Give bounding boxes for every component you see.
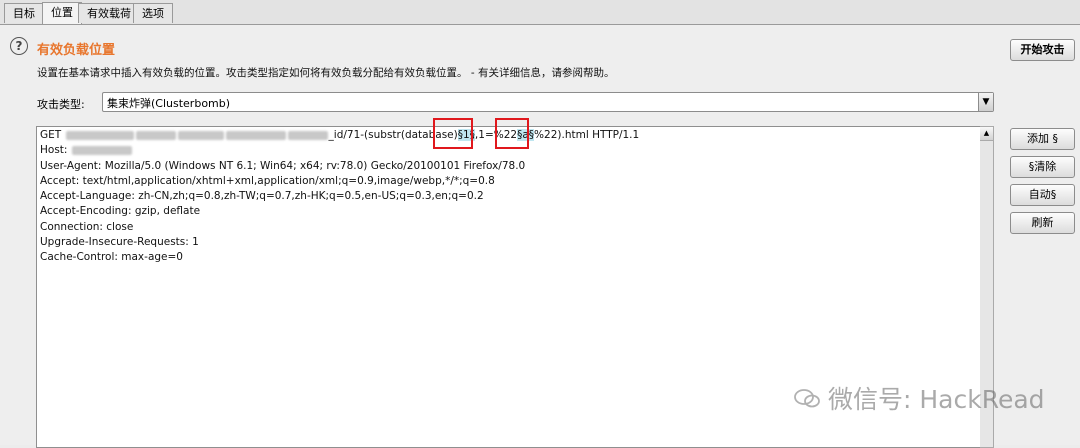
redacted-host-path [225, 130, 286, 140]
request-text: GET _id/71-(substr(database)§1§,1=%22§a§… [40, 129, 640, 264]
host-header: Host: [40, 144, 68, 157]
redacted-host-path [65, 130, 134, 140]
payload-marker-1[interactable]: §1§ [457, 129, 475, 141]
redacted-host-path [177, 130, 224, 140]
section-title: 有效负载位置 [37, 43, 116, 58]
auto-markers-button[interactable]: 自动§ [1010, 184, 1075, 206]
start-attack-button[interactable]: 开始攻击 [1010, 39, 1075, 61]
attack-type-value: 集束炸弹(Clusterbomb) [107, 97, 231, 110]
watermark-text: 微信号: HackRead [828, 385, 1045, 414]
request-header: Upgrade-Insecure-Requests: 1 [40, 236, 199, 249]
section-description: 设置在基本请求中插入有效负载的位置。攻击类型指定如何将有效负载分配给有效负载位置… [37, 67, 615, 79]
tab-positions[interactable]: 位置 [42, 2, 82, 24]
request-header: User-Agent: Mozilla/5.0 (Windows NT 6.1;… [40, 159, 526, 172]
request-method: GET [40, 129, 62, 141]
redacted-host-path [135, 130, 176, 140]
redacted-host-path [287, 130, 328, 140]
payload-marker-2[interactable]: §a§ [517, 129, 535, 141]
attack-type-label: 攻击类型: [37, 98, 85, 111]
tab-payloads[interactable]: 有效载荷 [78, 3, 140, 23]
clear-markers-button[interactable]: §清除 [1010, 156, 1075, 178]
request-header: Accept-Encoding: gzip, deflate [40, 205, 201, 218]
tab-target[interactable]: 目标 [4, 3, 44, 23]
wechat-logo-icon [794, 389, 820, 408]
request-header: Cache-Control: max-age=0 [40, 251, 183, 264]
scroll-up-icon[interactable]: ▲ [980, 127, 993, 141]
refresh-button[interactable]: 刷新 [1010, 212, 1075, 234]
tab-options[interactable]: 选项 [133, 3, 173, 23]
help-icon[interactable]: ? [10, 37, 28, 55]
tab-bar: 目标 位置 有效载荷 选项 [0, 0, 1080, 25]
add-marker-button[interactable]: 添加 § [1010, 128, 1075, 150]
attack-type-select[interactable]: 集束炸弹(Clusterbomb) ▼ [102, 92, 994, 112]
request-header: Accept-Language: zh-CN,zh;q=0.8,zh-TW;q=… [40, 190, 484, 203]
request-path: _id/71-(substr(database [328, 129, 454, 141]
request-header: Connection: close [40, 220, 134, 233]
chevron-down-icon[interactable]: ▼ [978, 93, 993, 111]
request-header: Accept: text/html,application/xhtml+xml,… [40, 174, 495, 187]
redacted-host [71, 145, 132, 155]
positions-panel: ? 有效负载位置 设置在基本请求中插入有效负载的位置。攻击类型指定如何将有效负载… [0, 25, 1080, 448]
